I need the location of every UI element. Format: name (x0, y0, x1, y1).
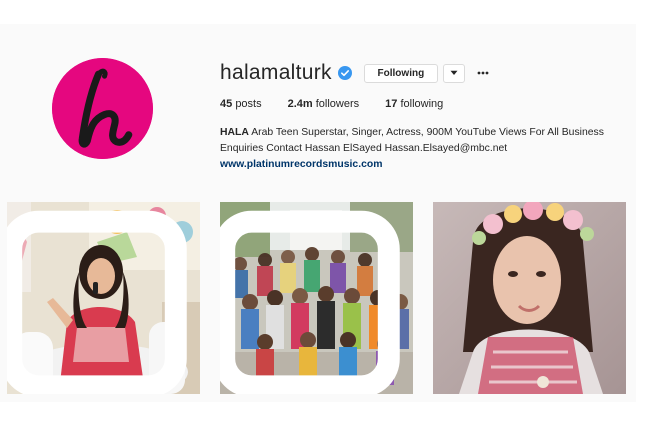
profile-bio: HALA Arab Teen Superstar, Singer, Actres… (220, 125, 620, 173)
avatar-logo-h (52, 58, 153, 159)
stat-following[interactable]: 17 following (385, 98, 443, 110)
profile-header-row: halamalturk Following (220, 60, 491, 86)
post-thumbnail[interactable] (433, 202, 626, 394)
following-button[interactable]: Following (363, 63, 438, 83)
profile-stats: 45 posts 2.4m followers 17 following (220, 98, 469, 110)
bio-full-name: HALA (220, 127, 249, 138)
multiple-photos-icon (7, 210, 187, 394)
profile-avatar[interactable] (52, 58, 153, 159)
more-options-icon (477, 71, 489, 75)
bio-text: Arab Teen Superstar, Singer, Actress, 90… (220, 127, 604, 154)
more-options-button[interactable] (475, 64, 491, 83)
verified-badge-icon (337, 66, 352, 80)
stat-following-label: following (400, 98, 444, 110)
profile-username: halamalturk (220, 61, 332, 84)
stat-followers-label: followers (315, 98, 360, 110)
stat-posts-label: posts (235, 98, 262, 110)
post-thumbnail[interactable] (7, 202, 200, 394)
suggested-dropdown-button[interactable] (442, 63, 465, 83)
multiple-photos-icon (220, 210, 400, 394)
post-thumbnail[interactable] (220, 202, 413, 394)
post-image-flower-crown-selfie (433, 202, 626, 394)
chevron-down-icon (450, 70, 458, 75)
bio-website-link[interactable]: www.platinumrecordsmusic.com (220, 157, 620, 173)
stat-posts-count: 45 (220, 98, 233, 110)
stat-following-count: 17 (385, 98, 398, 110)
stat-followers[interactable]: 2.4m followers (288, 98, 360, 110)
stat-posts: 45 posts (220, 98, 262, 110)
stat-followers-count: 2.4m (287, 98, 313, 110)
